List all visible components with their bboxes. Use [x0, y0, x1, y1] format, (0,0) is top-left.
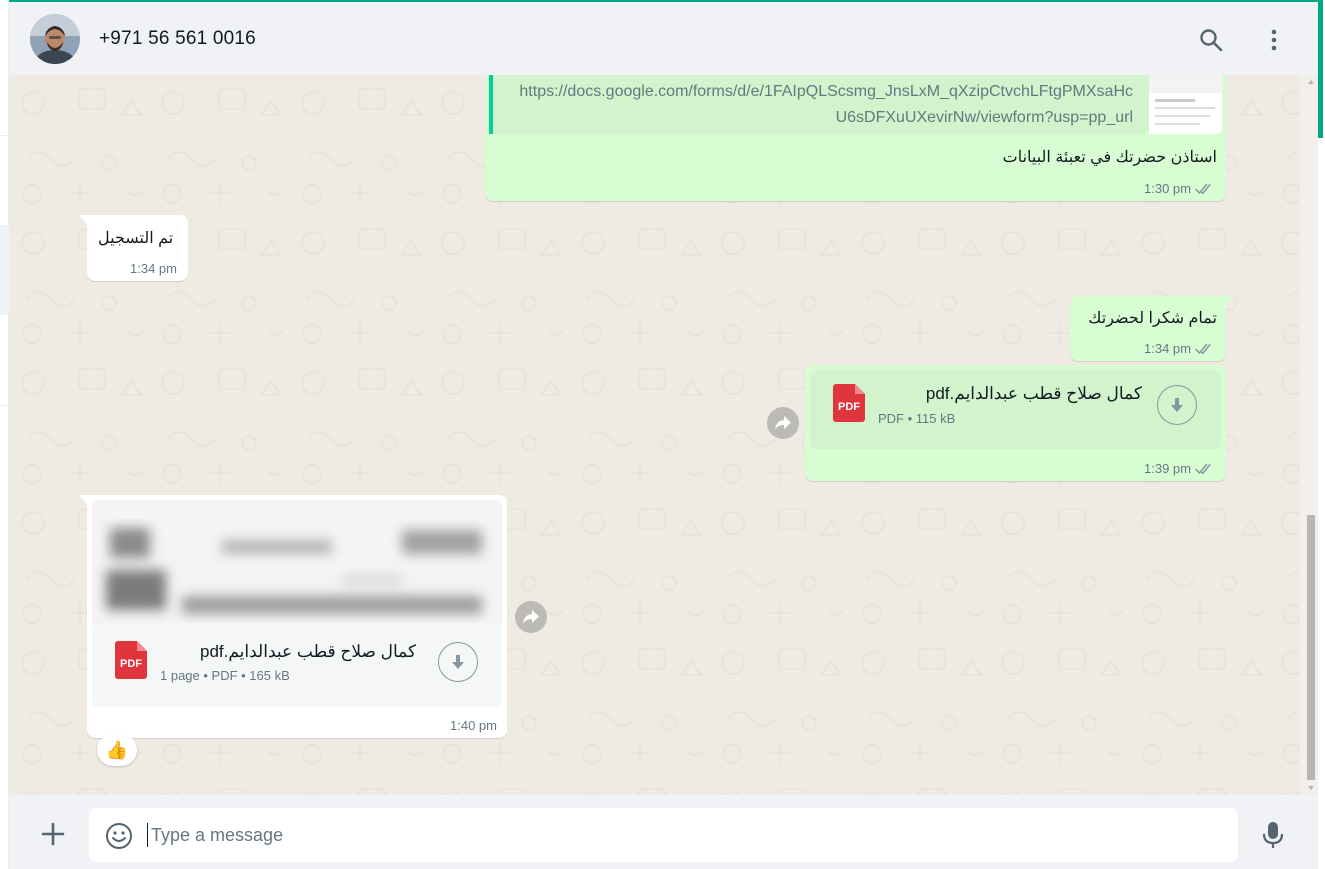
message-time: 1:30 pm	[1144, 181, 1191, 196]
forward-button[interactable]	[515, 601, 547, 633]
menu-icon[interactable]	[1261, 27, 1287, 53]
document-name: كمال صلاح قطب عبدالدايم.pdf	[200, 642, 417, 661]
conversation-header: +971 56 561 0016	[9, 0, 1318, 75]
forward-icon	[775, 416, 791, 430]
message-text: استاذن حضرتك في تعبئة البيانات	[1002, 149, 1217, 166]
text-caret	[147, 823, 148, 847]
link-url-line: https://docs.google.com/forms/d/e/1FAIpQ…	[519, 83, 1133, 100]
scroll-up-arrow-icon[interactable]	[1308, 80, 1314, 84]
window-edge	[1318, 0, 1325, 869]
forward-icon	[523, 610, 539, 624]
double-check-icon	[1195, 463, 1211, 474]
chat-list-edge	[0, 0, 9, 869]
message-pane-scrollbar[interactable]	[1300, 75, 1318, 795]
document-preview-image[interactable]	[92, 500, 502, 625]
message-time: 1:34 pm	[1144, 341, 1191, 356]
emoji-icon[interactable]	[105, 822, 133, 850]
link-preview[interactable]: https://docs.google.com/forms/d/e/1FAIpQ…	[489, 75, 1149, 134]
chat-list-divider	[0, 405, 9, 406]
forward-button[interactable]	[767, 407, 799, 439]
avatar[interactable]	[30, 14, 80, 64]
document-name: كمال صلاح قطب عبدالدايم.pdf	[925, 384, 1142, 403]
chat-list-divider	[0, 135, 9, 136]
message-meta: 1:30 pm	[1144, 181, 1213, 196]
pdf-icon-label: PDF	[838, 401, 860, 413]
pdf-icon-label: PDF	[120, 658, 142, 670]
bubble-tail	[1224, 296, 1234, 307]
double-check-icon	[1195, 343, 1211, 354]
link-url[interactable]: https://docs.google.com/forms/d/e/1FAIpQ…	[503, 79, 1133, 131]
blurred-preview	[92, 500, 502, 625]
search-icon[interactable]	[1198, 27, 1224, 53]
message-time: 1:40 pm	[450, 718, 497, 733]
message-input-box[interactable]	[89, 808, 1238, 862]
message-meta: 1:34 pm	[1144, 341, 1213, 356]
message-meta: 1:39 pm	[1144, 461, 1213, 476]
message-text: تم التسجيل	[98, 230, 174, 247]
document-meta: PDF • 115 kB	[878, 411, 956, 426]
bubble-tail	[79, 215, 89, 226]
avatar-image	[30, 14, 80, 64]
double-check-icon	[1195, 183, 1211, 194]
link-url-line: U6sDFXuUXevirNw/viewform?usp=pp_url	[835, 109, 1133, 126]
whatsapp-web-window: +971 56 561 0016 https://docs.google.com…	[0, 0, 1325, 869]
message-time: 1:39 pm	[1144, 461, 1191, 476]
scroll-down-arrow-icon[interactable]	[1308, 786, 1314, 790]
contact-name[interactable]: +971 56 561 0016	[99, 28, 256, 50]
accent-edge	[1318, 0, 1323, 138]
reaction-thumbs-up[interactable]: 👍	[97, 734, 137, 766]
composer-bar	[9, 795, 1318, 869]
download-button[interactable]	[438, 642, 478, 682]
download-button[interactable]	[1157, 385, 1197, 425]
attach-plus-icon[interactable]	[39, 820, 67, 848]
pdf-file-icon: PDF	[115, 641, 147, 679]
message-input[interactable]	[151, 821, 1211, 849]
download-arrow-icon	[1171, 398, 1183, 412]
scroll-thumb[interactable]	[1307, 515, 1315, 780]
link-preview-thumbnail[interactable]	[1149, 75, 1222, 134]
document-meta: 1 page • PDF • 165 kB	[160, 668, 290, 683]
pdf-file-icon: PDF	[833, 384, 865, 422]
microphone-icon[interactable]	[1259, 820, 1287, 850]
message-time: 1:34 pm	[130, 261, 177, 276]
message-text: تمام شكرا لحضرتك	[1088, 310, 1217, 327]
download-arrow-icon	[452, 655, 464, 669]
chat-list-selected-row[interactable]	[0, 225, 9, 315]
bubble-tail	[79, 495, 89, 506]
